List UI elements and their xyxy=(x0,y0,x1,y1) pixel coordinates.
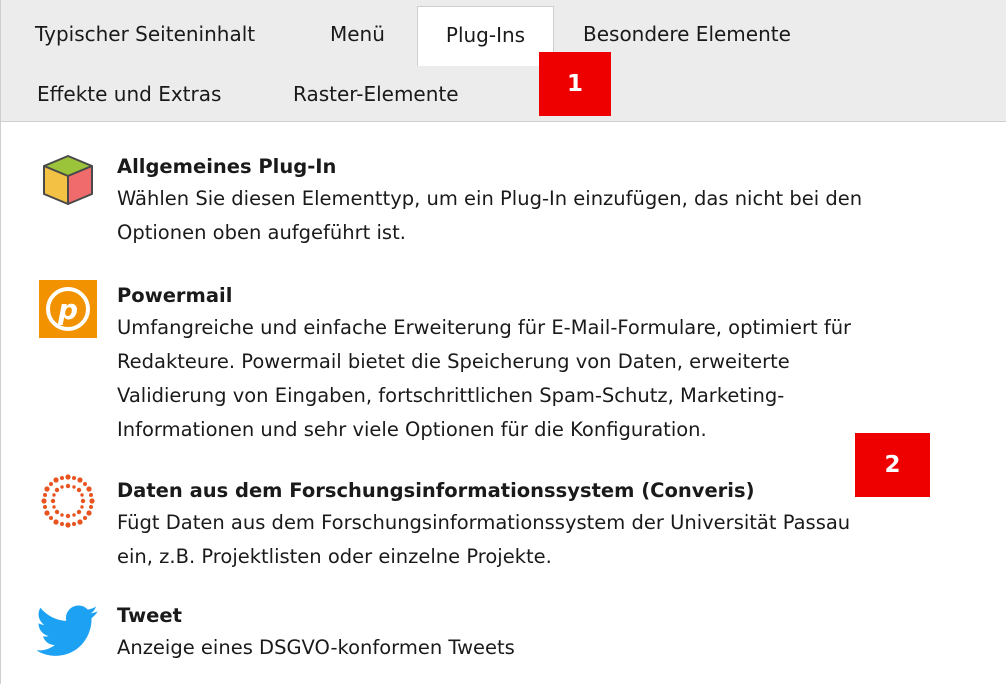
annotation-badge-1: 1 xyxy=(539,52,611,116)
item-description: Umfangreiche und einfache Erweiterung fü… xyxy=(117,316,852,441)
item-title: Tweet xyxy=(117,604,182,627)
tab-plug-ins[interactable]: Plug-Ins xyxy=(417,6,554,66)
twitter-bird-icon xyxy=(35,599,99,661)
powermail-icon: p xyxy=(37,279,99,341)
item-description: Fügt Daten aus dem Forschungsinformation… xyxy=(117,511,851,568)
tab-bar: Typischer Seiteninhalt Menü Plug-Ins Bes… xyxy=(1,0,1006,122)
svg-text:p: p xyxy=(57,293,78,326)
item-title: Allgemeines Plug-In xyxy=(117,155,337,178)
tab-typischer-seiteninhalt[interactable]: Typischer Seiteninhalt xyxy=(35,6,255,62)
item-title: Daten aus dem Forschungsinformationssyst… xyxy=(117,479,755,502)
item-description: Wählen Sie diesen Elementtyp, um ein Plu… xyxy=(117,187,863,244)
tab-besondere-elemente[interactable]: Besondere Elemente xyxy=(583,6,791,62)
list-item-tweet[interactable]: Tweet Anzeige eines DSGVO-konformen Twee… xyxy=(1,603,1006,673)
list-item-powermail[interactable]: p Powermail Umfangreiche und einfache Er… xyxy=(1,279,1006,441)
list-item-allgemeines-plugin[interactable]: Allgemeines Plug-In Wählen Sie diesen El… xyxy=(1,150,1006,255)
tab-raster-elemente[interactable]: Raster-Elemente xyxy=(293,66,459,122)
converis-icon xyxy=(37,470,99,532)
list-item-converis[interactable]: Daten aus dem Forschungsinformationssyst… xyxy=(1,474,1006,579)
tab-menue[interactable]: Menü xyxy=(330,6,385,62)
content-element-wizard: Typischer Seiteninhalt Menü Plug-Ins Bes… xyxy=(0,0,1006,684)
item-title: Powermail xyxy=(117,284,233,307)
generic-plugin-cube-icon xyxy=(37,150,99,212)
item-description: Anzeige eines DSGVO-konformen Tweets xyxy=(117,636,515,659)
tab-effekte-und-extras[interactable]: Effekte und Extras xyxy=(37,66,221,122)
